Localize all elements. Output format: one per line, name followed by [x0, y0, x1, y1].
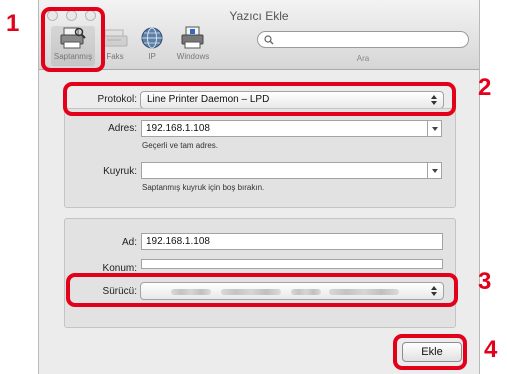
search-label: Ara [356, 54, 370, 63]
address-dropdown-button[interactable] [427, 120, 442, 137]
address-label: Adres: [108, 123, 137, 134]
search-input[interactable] [257, 31, 469, 48]
toolbar-item-ip[interactable]: IP [135, 26, 169, 66]
callout-highlight-toolbar [41, 7, 105, 72]
callout-highlight-add [393, 334, 467, 370]
address-hint: Geçerli ve tam adres. [142, 141, 219, 150]
windows-printer-icon [171, 26, 215, 50]
location-field[interactable] [141, 259, 443, 269]
callout-number-2: 2 [478, 74, 492, 101]
queue-dropdown-button[interactable] [427, 162, 442, 179]
window-title: Yazıcı Ekle [229, 9, 289, 23]
callout-number-4: 4 [484, 336, 498, 363]
callout-number-1: 1 [6, 10, 20, 37]
toolbar-item-label: Windows [176, 52, 210, 61]
callout-highlight-protocol [63, 82, 456, 116]
name-label: Ad: [121, 237, 137, 248]
name-field[interactable]: 192.168.1.108 [141, 233, 443, 250]
queue-field[interactable] [141, 162, 428, 179]
toolbar-item-windows[interactable]: Windows [171, 26, 215, 66]
callout-highlight-driver [66, 273, 458, 307]
title-bar: Yazıcı Ekle Saptanmış Faks IP Windows Ar… [39, 0, 479, 70]
address-field[interactable]: 192.168.1.108 [141, 120, 428, 137]
callout-number-3: 3 [478, 268, 492, 295]
queue-hint: Saptanmış kuyruk için boş bırakın. [142, 183, 265, 192]
toolbar-item-label: IP [148, 52, 156, 61]
globe-icon [135, 26, 169, 50]
queue-label: Kuyruk: [103, 166, 137, 177]
